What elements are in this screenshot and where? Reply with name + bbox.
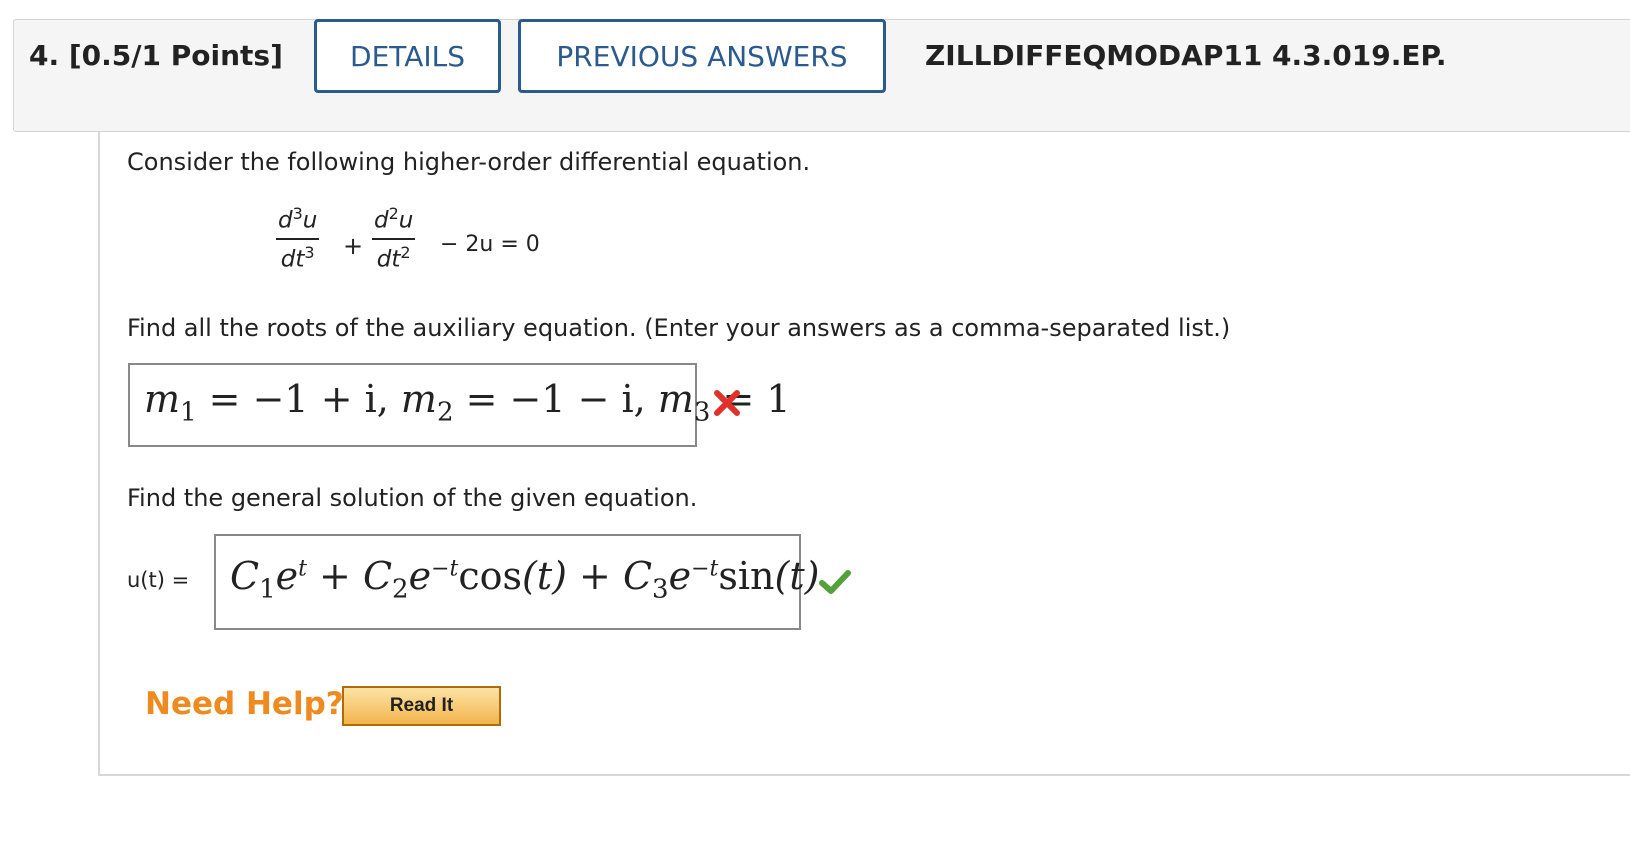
ut-label: u(t) = — [127, 568, 190, 592]
fraction-d2u-dt2: d2u dt2 — [372, 204, 416, 273]
equation-rest: − 2u = 0 — [440, 232, 540, 257]
part1-prompt: Find all the roots of the auxiliary equa… — [127, 314, 1231, 342]
roots-answer-field[interactable]: m1 = −1 + i, m2 = −1 − i, m3 = 1 — [128, 363, 791, 447]
plus-sign: + — [343, 232, 364, 260]
details-button[interactable]: DETAILS — [314, 19, 501, 93]
question-code: ZILLDIFFEQMODAP11 4.3.019.EP. — [925, 39, 1447, 72]
read-it-button[interactable]: Read It — [342, 686, 501, 726]
correct-check-icon — [818, 568, 852, 600]
need-help-label: Need Help? — [145, 686, 344, 722]
part2-prompt: Find the general solution of the given e… — [127, 484, 698, 512]
previous-answers-button[interactable]: PREVIOUS ANSWERS — [518, 19, 886, 93]
question-number-points: 4. [0.5/1 Points] — [29, 39, 283, 72]
incorrect-x-icon — [712, 388, 742, 422]
fraction-d3u-dt3: d3u dt3 — [276, 204, 320, 273]
intro-text: Consider the following higher-order diff… — [127, 148, 811, 176]
general-solution-field[interactable]: C1et + C2e−tcos(t) + C3e−tsin(t) — [214, 534, 819, 630]
question-panel — [98, 132, 1630, 776]
